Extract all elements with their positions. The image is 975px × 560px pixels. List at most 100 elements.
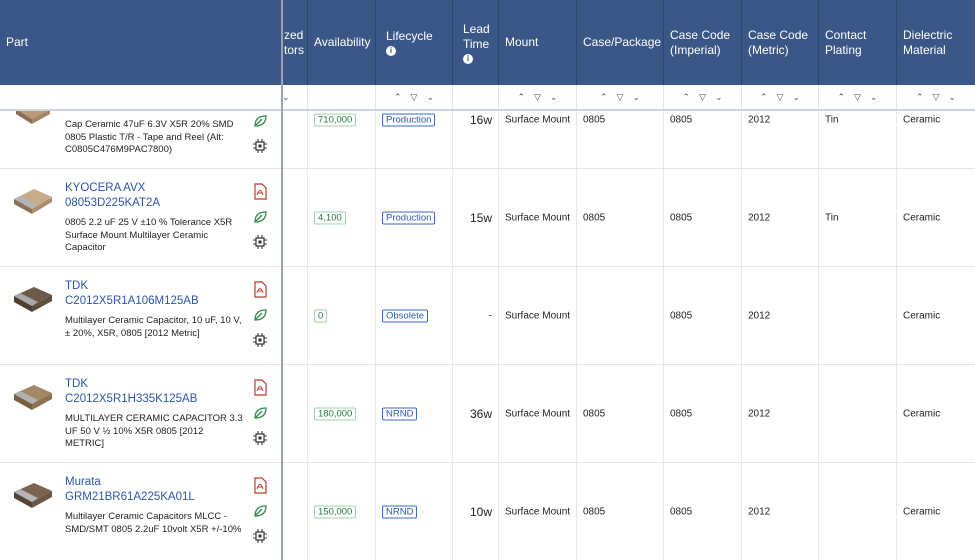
header-lead-time[interactable]: Lead Time i xyxy=(453,0,499,85)
part-number-link[interactable]: 08053D225KAT2A xyxy=(65,196,160,211)
sort-up-icon[interactable]: ⌃ xyxy=(517,92,525,102)
sort-down-icon[interactable]: ⌄ xyxy=(632,92,640,102)
sort-down-icon[interactable]: ⌄ xyxy=(948,92,956,102)
table-body: Cap Ceramic 47uF 6.3V X5R 20% SMD 0805 P… xyxy=(0,111,975,560)
sort-down-icon[interactable]: ⌄ xyxy=(715,92,723,102)
chip-icon[interactable] xyxy=(252,138,268,154)
lead-time-value: 15w xyxy=(469,210,492,225)
leaf-icon[interactable] xyxy=(252,209,268,225)
part-number-link[interactable]: C2012X5R1H335K125AB xyxy=(65,392,197,407)
header-part[interactable]: Part xyxy=(0,0,282,85)
pdf-icon[interactable] xyxy=(252,183,268,200)
part-description: Cap Ceramic 47uF 6.3V X5R 20% SMD 0805 P… xyxy=(65,119,234,155)
sort-down-icon[interactable]: ⌄ xyxy=(870,92,878,102)
leaf-icon[interactable] xyxy=(252,405,268,421)
info-icon[interactable]: i xyxy=(463,53,473,64)
info-icon[interactable]: i xyxy=(386,46,396,56)
part-number-link[interactable]: C2012X5R1A106M125AB xyxy=(65,294,199,309)
sort-up-icon[interactable]: ⌃ xyxy=(760,92,768,102)
capacitor-image xyxy=(14,385,52,410)
filter-cell-contact-plating: ⌃ ▽ ⌄ xyxy=(819,85,897,109)
filter-cell-hidden: ⌄ xyxy=(282,85,308,109)
header-case-code-imperial[interactable]: Case Code (Imperial) xyxy=(664,0,742,85)
filter-cell-case-imperial: ⌃ ▽ ⌄ xyxy=(664,85,742,109)
filter-icon[interactable]: ▽ xyxy=(699,92,706,102)
sort-up-icon[interactable]: ⌃ xyxy=(600,92,608,102)
header-availability[interactable]: Availability xyxy=(308,0,376,85)
sort-up-icon[interactable]: ⌃ xyxy=(837,92,845,102)
table-row[interactable]: Cap Ceramic 47uF 6.3V X5R 20% SMD 0805 P… xyxy=(0,111,975,169)
dielectric-value: Ceramic xyxy=(903,212,941,223)
manufacturer-link[interactable]: TDK xyxy=(65,377,88,392)
manufacturer-link[interactable]: KYOCERA AVX xyxy=(65,181,145,196)
table-row[interactable]: KYOCERA AVX 08053D225KAT2A 0805 2.2 uF 2… xyxy=(0,169,975,267)
sort-down-icon[interactable]: ⌄ xyxy=(426,92,434,102)
case-metric-value: 2012 xyxy=(748,310,771,321)
case-imperial-value: 0805 xyxy=(670,408,693,419)
dielectric-value: Ceramic xyxy=(903,310,941,321)
sort-down-icon[interactable]: ⌄ xyxy=(550,92,558,102)
table-row[interactable]: TDK C2012X5R1H335K125AB MULTILAYER CERAM… xyxy=(0,365,975,463)
lead-time-value: 36w xyxy=(469,406,492,421)
availability-value: 4,100 xyxy=(314,211,346,224)
capacitor-image xyxy=(16,111,50,124)
filter-icon[interactable]: ▽ xyxy=(534,92,541,102)
header-contact-plating[interactable]: Contact Plating xyxy=(819,0,897,85)
filter-cell-lead-time xyxy=(453,85,499,109)
sort-up-icon[interactable]: ⌃ xyxy=(394,92,402,102)
header-mount[interactable]: Mount xyxy=(499,0,577,85)
sort-up-icon[interactable]: ⌃ xyxy=(682,92,690,102)
leaf-icon[interactable] xyxy=(252,307,268,323)
availability-value: 150,000 xyxy=(314,505,357,518)
filter-icon[interactable]: ▽ xyxy=(854,92,861,102)
part-cell: Cap Ceramic 47uF 6.3V X5R 20% SMD 0805 P… xyxy=(0,111,282,168)
filter-row: ⌄ ⌃ ▽ ⌄ ⌃ ▽ ⌄ ⌃ ▽ ⌄ ⌃ ▽ ⌄ ⌃ ▽ ⌄ ⌃ ▽ ⌄ ⌃ … xyxy=(0,85,975,111)
dielectric-value: Ceramic xyxy=(903,506,941,517)
chip-icon[interactable] xyxy=(252,528,268,544)
pdf-icon[interactable] xyxy=(252,477,268,494)
filter-cell-dielectric: ⌃ ▽ ⌄ xyxy=(897,85,975,109)
header-lifecycle[interactable]: Lifecycle i xyxy=(376,0,453,85)
table-row[interactable]: Murata GRM21BR61A225KA01L Multilayer Cer… xyxy=(0,463,975,560)
sort-down-icon[interactable]: ⌄ xyxy=(282,92,290,102)
lead-time-value: 10w xyxy=(469,504,492,519)
filter-icon[interactable]: ▽ xyxy=(617,92,624,102)
leaf-icon[interactable] xyxy=(252,113,268,129)
part-actions xyxy=(252,113,270,163)
case-imperial-value: 0805 xyxy=(670,114,693,126)
header-case-package[interactable]: Case/Package xyxy=(577,0,664,85)
mount-value: Surface Mount xyxy=(505,114,571,126)
header-dielectric-material[interactable]: Dielectric Material xyxy=(897,0,975,85)
leaf-icon[interactable] xyxy=(252,503,268,519)
manufacturer-link[interactable]: Murata xyxy=(65,475,101,490)
case-metric-value: 2012 xyxy=(748,506,771,517)
frozen-column-divider[interactable] xyxy=(281,0,283,560)
sort-down-icon[interactable]: ⌄ xyxy=(792,92,800,102)
filter-icon[interactable]: ▽ xyxy=(411,92,418,102)
manufacturer-link[interactable]: TDK xyxy=(65,279,88,294)
filter-icon[interactable]: ▽ xyxy=(933,92,940,102)
capacitor-image xyxy=(14,189,52,214)
chip-icon[interactable] xyxy=(252,234,268,250)
table-row[interactable]: TDK C2012X5R1A106M125AB Multilayer Ceram… xyxy=(0,267,975,365)
chip-icon[interactable] xyxy=(252,430,268,446)
filter-cell-mount: ⌃ ▽ ⌄ xyxy=(499,85,577,109)
filter-icon[interactable]: ▽ xyxy=(777,92,784,102)
lifecycle-badge: NRND xyxy=(382,407,418,420)
part-cell: KYOCERA AVX 08053D225KAT2A 0805 2.2 uF 2… xyxy=(0,169,282,266)
case-package-value: 0805 xyxy=(583,506,606,517)
filter-cell-case-metric: ⌃ ▽ ⌄ xyxy=(742,85,819,109)
chip-icon[interactable] xyxy=(252,332,268,348)
pdf-icon[interactable] xyxy=(252,281,268,298)
lifecycle-badge: Obsolete xyxy=(382,309,429,322)
filter-cell-lifecycle: ⌃ ▽ ⌄ xyxy=(376,85,453,109)
part-number-link[interactable]: GRM21BR61A225KA01L xyxy=(65,490,195,505)
part-description: 0805 2.2 uF 25 V ±10 % Tolerance X5R Sur… xyxy=(65,217,233,253)
pdf-icon[interactable] xyxy=(252,379,268,396)
lifecycle-badge: NRND xyxy=(382,505,418,518)
sort-up-icon[interactable]: ⌃ xyxy=(916,92,924,102)
header-hidden-column[interactable]: zed tors xyxy=(282,0,308,85)
header-case-code-metric[interactable]: Case Code (Metric) xyxy=(742,0,819,85)
contact-plating-value: Tin xyxy=(825,114,839,126)
case-metric-value: 2012 xyxy=(748,212,771,223)
